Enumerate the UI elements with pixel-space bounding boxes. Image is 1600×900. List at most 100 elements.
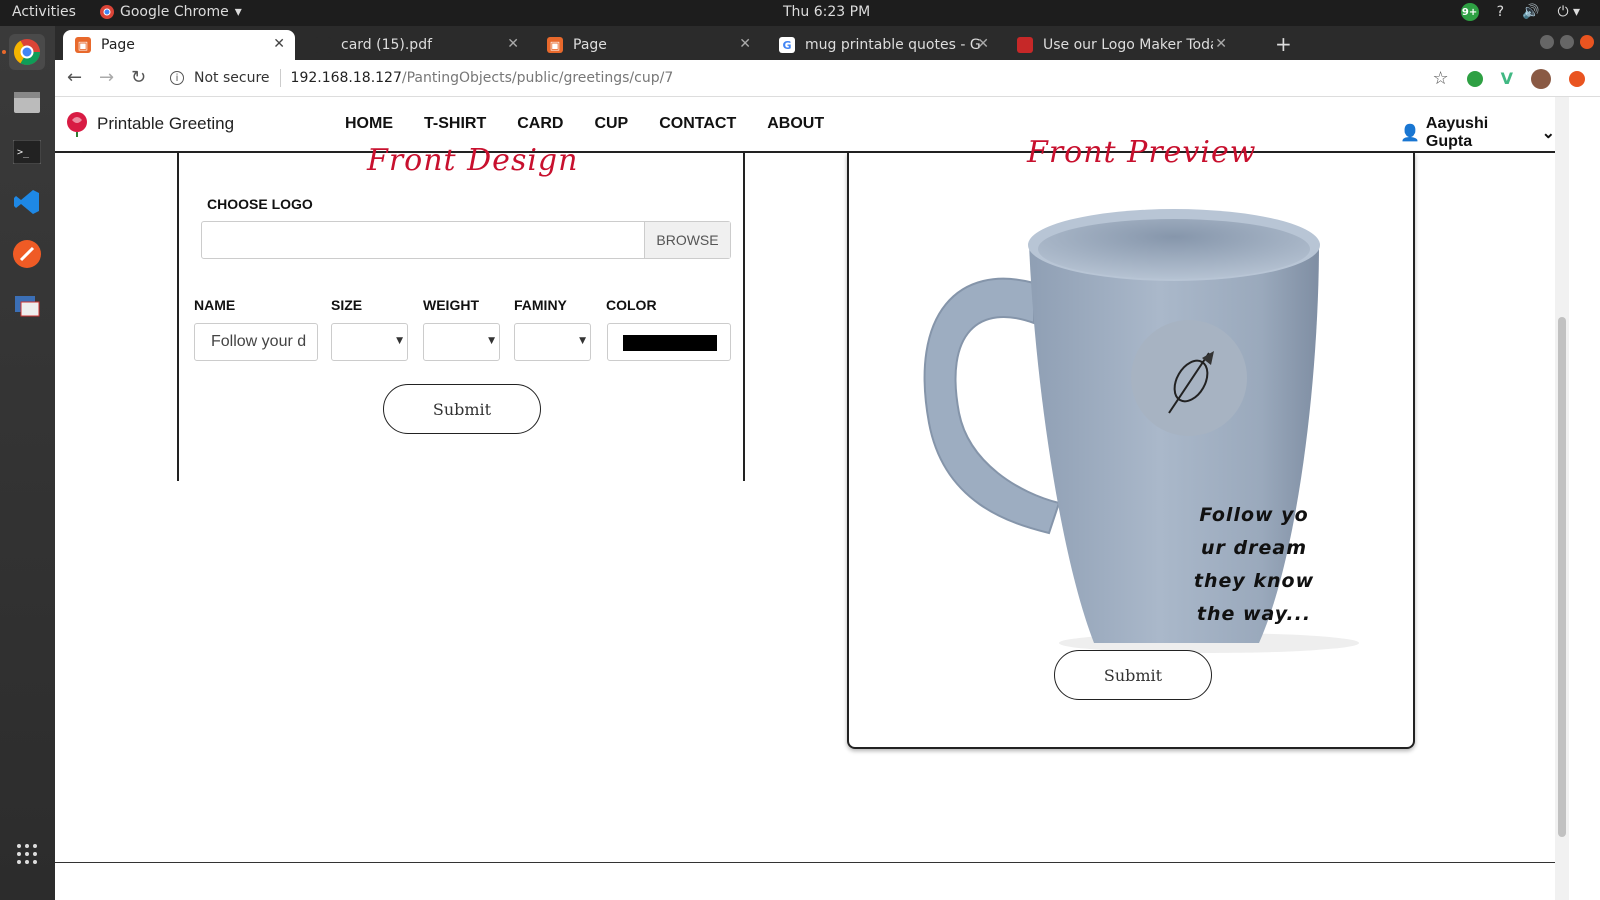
activities-button[interactable]: Activities: [12, 4, 76, 20]
address-bar[interactable]: i Not secure 192.168.18.127 /PantingObje…: [170, 64, 1440, 92]
menu-about[interactable]: ABOUT: [767, 115, 824, 133]
chevron-down-icon: ▾: [234, 4, 242, 20]
volume-icon[interactable]: 🔊: [1522, 4, 1539, 20]
preview-panel: Front Preview Follow yo ur dream they kn…: [847, 135, 1415, 749]
app-menu[interactable]: Google Chrome ▾: [100, 4, 242, 20]
page-viewport: Printable Greeting HOME T-SHIRT CARD CUP…: [55, 97, 1600, 900]
info-icon[interactable]: i: [170, 71, 184, 85]
file-name-field[interactable]: [202, 222, 644, 258]
design-submit-button[interactable]: Submit: [383, 384, 541, 434]
window-controls: [1540, 35, 1594, 49]
tab-google-search[interactable]: G mug printable quotes - Go ✕: [767, 30, 999, 60]
logo-maker-favicon-icon: [1017, 37, 1033, 53]
logo-file-input[interactable]: BROWSE: [201, 221, 731, 259]
weight-label: WEIGHT: [423, 297, 479, 313]
show-apps-icon[interactable]: [9, 836, 45, 872]
help-icon[interactable]: ?: [1497, 4, 1504, 20]
mug-line: ur dream: [1201, 537, 1307, 559]
menu-card[interactable]: CARD: [517, 115, 563, 133]
tab-title: Use our Logo Maker Toda: [1043, 37, 1213, 53]
user-name: Aayushi Gupta: [1425, 115, 1489, 150]
close-icon[interactable]: ✕: [273, 36, 285, 52]
menu-contact[interactable]: CONTACT: [659, 115, 736, 133]
browse-button[interactable]: BROWSE: [644, 222, 730, 258]
svg-text:>_: >_: [17, 147, 30, 158]
color-picker[interactable]: [607, 323, 731, 361]
user-menu[interactable]: 👤 Aayushi Gupta ⌄: [1400, 115, 1555, 151]
reload-icon[interactable]: ↻: [131, 67, 146, 88]
tab-strip: ▣ Page ✕ card (15).pdf ✕ ▣ Page ✕ G mug …: [55, 26, 1600, 60]
footer-divider: [55, 862, 1555, 863]
tab-page[interactable]: ▣ Page ✕: [535, 30, 761, 60]
brand-name: Printable Greeting: [97, 114, 235, 133]
vscode-icon[interactable]: [9, 184, 45, 220]
menu-tshirt[interactable]: T-SHIRT: [424, 115, 486, 133]
update-icon[interactable]: [1569, 70, 1585, 87]
name-label: NAME: [194, 297, 236, 313]
security-status[interactable]: Not secure: [194, 70, 270, 86]
tab-pdf[interactable]: card (15).pdf ✕: [303, 30, 529, 60]
color-label: COLOR: [606, 297, 657, 313]
scrollbar-thumb[interactable]: [1558, 317, 1566, 837]
system-top-bar: Activities Google Chrome ▾ Thu 6:23 PM 9…: [0, 0, 1600, 26]
toolbar-actions: ☆ V: [1432, 68, 1585, 89]
notification-badge[interactable]: 9+: [1460, 3, 1479, 21]
maximize-button[interactable]: [1560, 35, 1574, 49]
choose-logo-label: CHOOSE LOGO: [207, 196, 313, 212]
mug-line: the way...: [1196, 603, 1312, 625]
family-select[interactable]: ▼: [514, 323, 591, 361]
tab-title: Page: [101, 37, 135, 53]
tab-title: Page: [573, 37, 607, 53]
site-navbar: Printable Greeting HOME T-SHIRT CARD CUP…: [55, 97, 1555, 153]
chrome-launcher-icon[interactable]: [9, 34, 45, 70]
image-viewer-icon[interactable]: [9, 288, 45, 324]
close-icon[interactable]: ✕: [977, 36, 989, 52]
clock[interactable]: Thu 6:23 PM: [783, 4, 870, 20]
tab-title: card (15).pdf: [341, 37, 433, 53]
weight-select[interactable]: ▼: [423, 323, 500, 361]
close-icon[interactable]: ✕: [739, 36, 751, 52]
preview-submit-button[interactable]: Submit: [1054, 650, 1212, 700]
forward-arrow-icon[interactable]: →: [99, 67, 114, 88]
user-icon: 👤: [1400, 125, 1420, 142]
dock: >_: [0, 26, 55, 900]
power-icon[interactable]: ⏻ ▾: [1557, 4, 1580, 20]
menu-cup[interactable]: CUP: [594, 115, 628, 133]
name-input[interactable]: Follow your d: [194, 323, 318, 361]
preview-title: Front Preview: [1027, 135, 1257, 170]
files-icon[interactable]: [9, 84, 45, 120]
terminal-icon[interactable]: >_: [9, 134, 45, 170]
size-label: SIZE: [331, 297, 363, 313]
back-arrow-icon[interactable]: ←: [67, 67, 82, 88]
new-tab-button[interactable]: +: [1275, 32, 1292, 56]
size-select[interactable]: ▼: [331, 323, 408, 361]
tab-page-active[interactable]: ▣ Page ✕: [63, 30, 295, 60]
mug-preview: Follow yo ur dream they know the way...: [919, 193, 1359, 653]
postman-icon[interactable]: [9, 236, 45, 272]
app-name: Google Chrome: [120, 4, 229, 20]
rose-logo-icon: [67, 112, 87, 137]
tab-logo-maker[interactable]: Use our Logo Maker Toda ✕: [1005, 30, 1237, 60]
pdf-favicon-icon: [315, 37, 331, 53]
close-icon[interactable]: ✕: [1215, 36, 1227, 52]
brand[interactable]: Printable Greeting: [65, 111, 234, 137]
dropdown-arrow-icon: ▼: [488, 336, 495, 346]
family-label: FAMINY: [514, 297, 567, 313]
menu-home[interactable]: HOME: [345, 115, 393, 133]
url-host: 192.168.18.127: [290, 70, 402, 86]
mug-quote-text: Follow yo ur dream they know the way...: [1189, 499, 1319, 631]
dropdown-arrow-icon: ▼: [579, 336, 586, 346]
vue-devtools-icon[interactable]: V: [1501, 69, 1513, 88]
toolbar: ← → ↻ i Not secure 192.168.18.127 /Panti…: [55, 60, 1600, 97]
vertical-scrollbar[interactable]: [1555, 97, 1569, 900]
minimize-button[interactable]: [1540, 35, 1554, 49]
bookmark-star-icon[interactable]: ☆: [1432, 68, 1448, 89]
chevron-down-icon: ⌄: [1541, 125, 1555, 142]
close-icon[interactable]: ✕: [507, 36, 519, 52]
active-indicator: [2, 50, 6, 54]
dropdown-arrow-icon: ▼: [396, 336, 403, 346]
extension-icon[interactable]: [1466, 70, 1483, 87]
avatar[interactable]: [1531, 68, 1551, 89]
design-title: Front Design: [367, 143, 579, 178]
window-close-button[interactable]: [1580, 35, 1594, 49]
